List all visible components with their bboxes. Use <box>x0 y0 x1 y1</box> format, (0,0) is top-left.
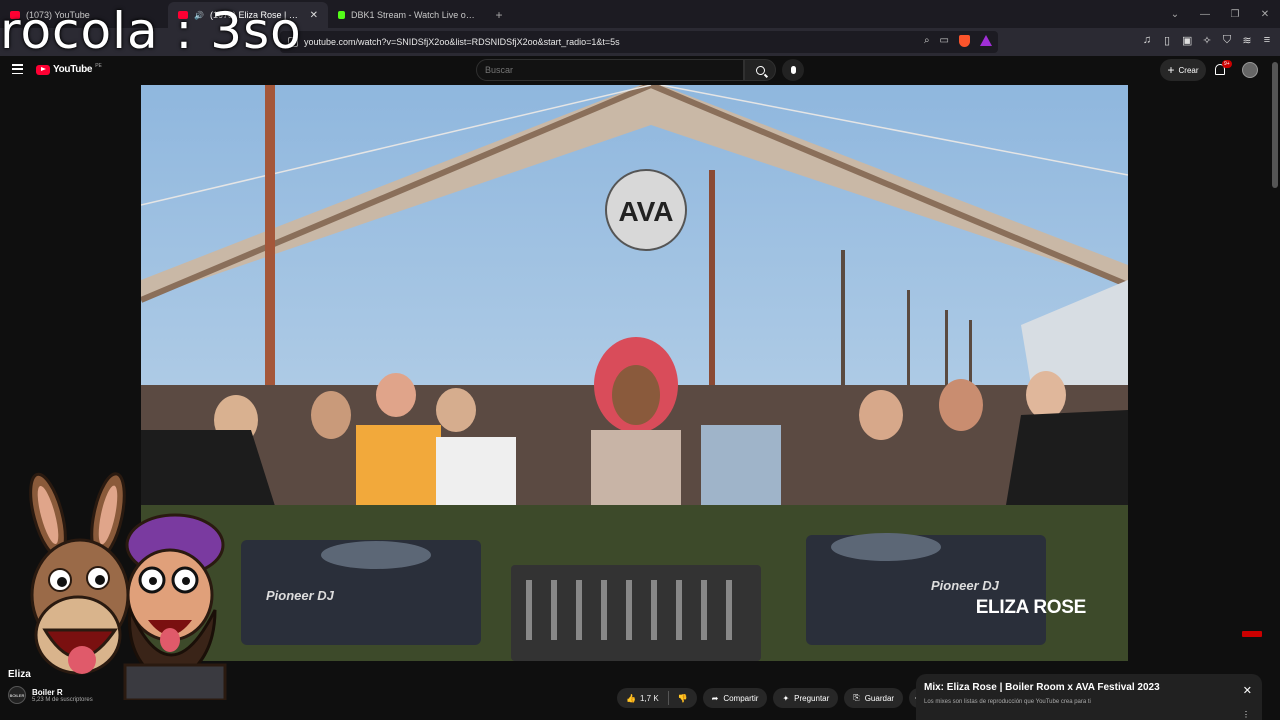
mix-playlist-panel[interactable]: Mix: Eliza Rose | Boiler Room x AVA Fest… <box>916 674 1262 720</box>
save-label: Guardar <box>864 693 895 703</box>
subscribe-watermark[interactable] <box>1242 631 1262 637</box>
close-tab-icon[interactable]: ✕ <box>310 10 318 21</box>
youtube-logo[interactable]: YouTube PE <box>36 62 102 75</box>
sparkle-icon: ✦ <box>782 693 790 703</box>
thumbs-down-icon: 👎 <box>677 693 688 703</box>
bookmark-icon: ⎘ <box>853 693 860 702</box>
country-code: PE <box>95 62 102 69</box>
share-icon: ➦ <box>711 693 719 703</box>
thumbs-up-icon: 👍 <box>626 693 636 703</box>
svg-text:Pioneer DJ: Pioneer DJ <box>931 578 1000 593</box>
streamer-mascot-overlay <box>29 472 227 700</box>
cast-icon[interactable]: ▭ <box>940 35 949 47</box>
screen: (1073) YouTube 🔊 (1073) Eliza Rose | Boi… <box>0 0 1280 720</box>
like-dislike-group: 👍 1,7 K 👎 <box>617 688 697 708</box>
mix-subtitle: Los mixes son listas de reproducción que… <box>924 699 1091 705</box>
save-button[interactable]: ⎘ Guardar <box>844 688 904 708</box>
url-text: youtube.com/watch?v=SNIDSfjX2oo&list=RDS… <box>304 37 620 47</box>
ask-button[interactable]: ✦ Preguntar <box>773 688 839 708</box>
video-frame: AVA Pioneer DJ Pioneer DJ <box>141 85 1128 661</box>
share-button[interactable]: ➦ Compartir <box>702 688 768 708</box>
search-icon <box>755 65 765 75</box>
browser-toolbar-right: ♫ ▯ ▣ ✧ ⛉ ≋ ≡ <box>1142 34 1272 47</box>
account-avatar[interactable] <box>1242 62 1258 78</box>
page-scrollbar[interactable] <box>1272 62 1278 188</box>
search-button[interactable] <box>744 59 776 81</box>
zoom-icon[interactable]: ⌕ <box>924 35 930 47</box>
close-icon[interactable]: ✕ <box>1243 684 1252 697</box>
maximize-icon[interactable]: ❐ <box>1220 9 1250 20</box>
tab-list-icon[interactable]: ⌄ <box>1160 9 1190 20</box>
youtube-header: YouTube PE + Crear 9+ <box>0 56 1280 84</box>
menu-icon[interactable]: ≡ <box>1262 34 1272 47</box>
url-actions: ⌕ ▭ <box>924 35 992 47</box>
extensions-icon[interactable]: ≋ <box>1242 34 1252 47</box>
vpn-icon[interactable]: ⛉ <box>1222 34 1232 47</box>
music-icon[interactable]: ♫ <box>1142 34 1152 47</box>
more-vertical-icon[interactable]: ⋮ <box>1242 710 1250 719</box>
search-input[interactable] <box>477 60 743 80</box>
youtube-play-icon <box>36 64 50 75</box>
artist-caption: ELIZA ROSE <box>975 597 1087 618</box>
brave-shield-icon[interactable] <box>959 35 970 47</box>
microphone-icon <box>790 66 796 74</box>
sidebar-icon[interactable]: ▯ <box>1162 34 1172 47</box>
dislike-button[interactable]: 👎 <box>669 694 697 703</box>
kick-favicon-icon <box>338 11 345 19</box>
window-controls: ⌄ — ❐ ✕ <box>1160 0 1280 28</box>
minimize-icon[interactable]: — <box>1190 9 1220 20</box>
share-label: Compartir <box>723 693 759 703</box>
mix-title[interactable]: Mix: Eliza Rose | Boiler Room x AVA Fest… <box>924 682 1254 693</box>
stage-sign-text: AVA <box>619 196 674 227</box>
tab-label: DBK1 Stream - Watch Live on Kick <box>351 10 478 20</box>
plus-icon: + <box>1167 63 1175 77</box>
brave-rewards-icon[interactable] <box>980 35 992 46</box>
browser-tab-kick[interactable]: DBK1 Stream - Watch Live on Kick <box>328 2 488 28</box>
video-player[interactable]: AVA Pioneer DJ Pioneer DJ ELIZA ROSE <box>141 85 1128 661</box>
hamburger-menu-icon[interactable] <box>12 64 23 74</box>
ask-label: Preguntar <box>794 693 830 703</box>
close-window-icon[interactable]: ✕ <box>1250 9 1280 20</box>
svg-text:Pioneer DJ: Pioneer DJ <box>266 588 335 603</box>
notification-badge: 9+ <box>1222 60 1232 68</box>
voice-search-button[interactable] <box>782 59 804 81</box>
create-label: Crear <box>1178 65 1199 75</box>
wallet-icon[interactable]: ▣ <box>1182 34 1192 47</box>
video-actions: 👍 1,7 K 👎 ➦ Compartir ✦ Preguntar ⎘ Guar… <box>617 688 930 708</box>
logo-wordmark: YouTube <box>53 64 93 75</box>
new-tab-button[interactable]: + <box>488 2 510 28</box>
like-count: 1,7 K <box>639 693 659 703</box>
leo-ai-icon[interactable]: ✧ <box>1202 34 1212 47</box>
like-button[interactable]: 👍 1,7 K <box>617 691 669 705</box>
url-field[interactable]: youtube.com/watch?v=SNIDSfjX2oo&list=RDS… <box>280 31 998 53</box>
search-box <box>476 59 744 81</box>
create-button[interactable]: + Crear <box>1160 59 1206 81</box>
stream-overlay-text: rocola : 3so <box>0 2 302 60</box>
